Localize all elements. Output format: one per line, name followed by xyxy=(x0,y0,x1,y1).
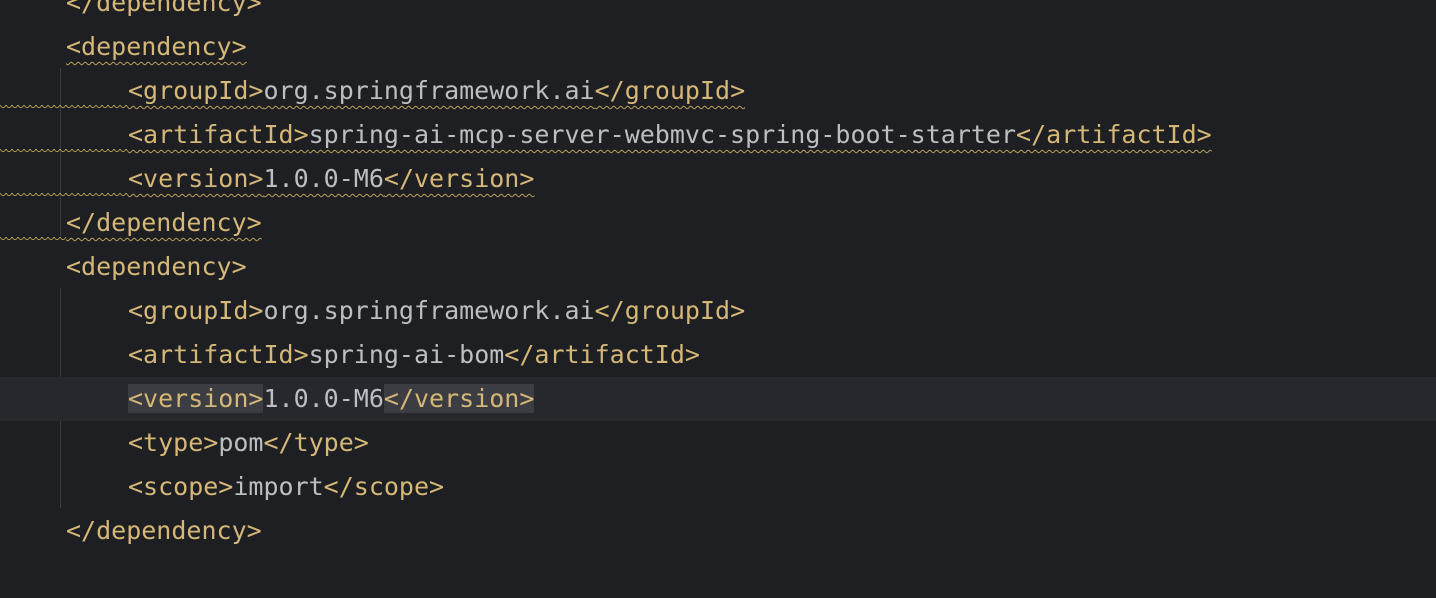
warning-squiggle xyxy=(0,193,128,199)
xml-tag: <artifactId> xyxy=(128,120,309,149)
xml-text: spring-ai-mcp-server-webmvc-spring-boot-… xyxy=(308,120,1017,149)
xml-tag: <groupId> xyxy=(128,76,264,105)
warning-squiggle xyxy=(0,149,128,155)
xml-tag: </scope> xyxy=(323,472,445,501)
xml-tag: </dependency> xyxy=(66,0,262,17)
xml-tag: </dependency> xyxy=(66,208,262,237)
code-line[interactable]: <artifactId>spring-ai-mcp-server-webmvc-… xyxy=(0,113,1436,157)
xml-text: 1.0.0-M6 xyxy=(263,164,384,193)
code-line[interactable]: <groupId>org.springframework.ai</groupId… xyxy=(0,289,1436,333)
code-line-content: </dependency> xyxy=(66,0,262,25)
xml-text: pom xyxy=(218,428,264,457)
xml-tag: </groupId> xyxy=(594,296,746,325)
warning-squiggle xyxy=(0,237,66,243)
xml-tag: </version> xyxy=(383,384,535,413)
code-line[interactable]: </dependency> xyxy=(0,509,1436,553)
code-line-content: <scope>import</scope> xyxy=(128,465,444,509)
code-line-content: <dependency> xyxy=(66,245,247,289)
xml-tag: <dependency> xyxy=(66,252,247,281)
xml-tag: </version> xyxy=(383,164,535,193)
xml-text: 1.0.0-M6 xyxy=(263,384,384,413)
xml-tag: </groupId> xyxy=(594,76,746,105)
xml-text: spring-ai-bom xyxy=(308,340,505,369)
code-line-content: <dependency> xyxy=(66,25,247,69)
xml-tag: <artifactId> xyxy=(128,340,309,369)
code-line-content: <version>1.0.0-M6</version> xyxy=(128,157,534,201)
code-line-content: </dependency> xyxy=(66,509,262,553)
code-line[interactable]: </dependency> xyxy=(0,201,1436,245)
xml-tag: </type> xyxy=(263,428,369,457)
code-line-content: <groupId>org.springframework.ai</groupId… xyxy=(128,69,745,113)
code-line[interactable]: <type>pom</type> xyxy=(0,421,1436,465)
code-editor[interactable]: </dependency> <dependency> <groupId>org.sp… xyxy=(0,0,1436,598)
code-line-content: </dependency> xyxy=(66,201,262,245)
xml-tag: <dependency> xyxy=(66,32,247,61)
code-line[interactable]: <groupId>org.springframework.ai</groupId… xyxy=(0,69,1436,113)
warning-squiggle xyxy=(0,105,128,111)
xml-text: org.springframework.ai xyxy=(263,76,595,105)
xml-tag: <version> xyxy=(128,164,264,193)
code-line[interactable]: <dependency> xyxy=(0,245,1436,289)
xml-tag: </dependency> xyxy=(66,516,262,545)
code-line[interactable]: <dependency> xyxy=(0,25,1436,69)
code-line[interactable]: <scope>import</scope> xyxy=(0,465,1436,509)
code-line[interactable]: <artifactId>spring-ai-bom</artifactId> xyxy=(0,333,1436,377)
code-line-content: <artifactId>spring-ai-bom</artifactId> xyxy=(128,333,700,377)
code-line-content: <type>pom</type> xyxy=(128,421,369,465)
code-line-content: <version>1.0.0-M6</version> xyxy=(128,377,535,421)
code-line[interactable]: <version>1.0.0-M6</version> xyxy=(0,377,1436,421)
code-line[interactable]: <version>1.0.0-M6</version> xyxy=(0,157,1436,201)
xml-tag: </artifactId> xyxy=(504,340,700,369)
code-line-content: <groupId>org.springframework.ai</groupId… xyxy=(128,289,745,333)
xml-tag: </artifactId> xyxy=(1016,120,1212,149)
xml-tag: <type> xyxy=(128,428,219,457)
code-line[interactable]: </dependency> xyxy=(0,0,1436,25)
xml-tag: <scope> xyxy=(128,472,234,501)
xml-text: import xyxy=(233,472,324,501)
code-line-content: <artifactId>spring-ai-mcp-server-webmvc-… xyxy=(128,113,1212,157)
xml-tag: <groupId> xyxy=(128,296,264,325)
xml-text: org.springframework.ai xyxy=(263,296,595,325)
xml-tag: <version> xyxy=(128,384,264,413)
